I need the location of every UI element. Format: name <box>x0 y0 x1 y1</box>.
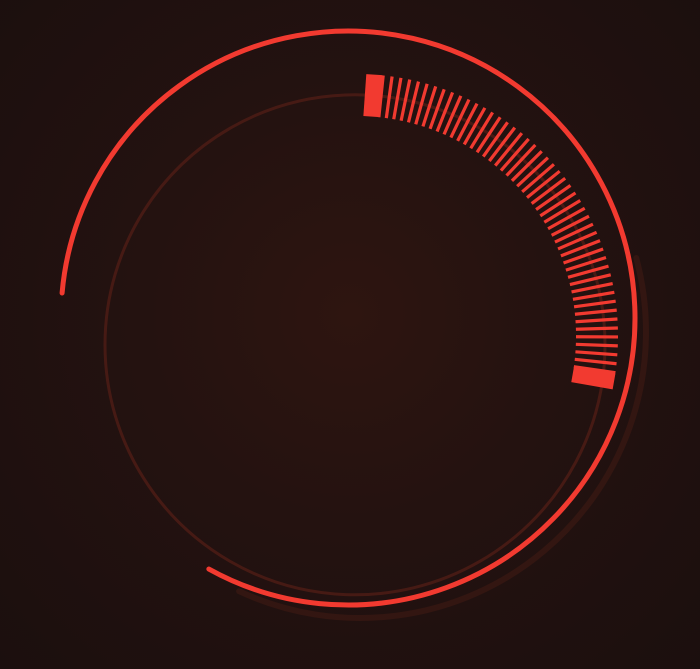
gauge-segment <box>363 74 383 118</box>
outer-arc-icon <box>59 28 638 608</box>
gauge-segment <box>571 366 616 390</box>
inner-ring-icon <box>103 93 607 597</box>
gauge-segment <box>574 357 617 366</box>
gauge-segment <box>575 326 618 331</box>
gauge-segment <box>572 290 615 301</box>
gauge-segment <box>574 308 617 316</box>
segment-gauge-icon <box>363 74 619 390</box>
gauge-segment <box>573 299 616 309</box>
gauge-segment <box>557 230 598 251</box>
radial-hud <box>59 28 649 621</box>
hud-canvas <box>0 0 700 669</box>
gauge-segment <box>449 98 471 139</box>
gauge-segment <box>575 342 618 348</box>
gauge-segment <box>442 95 463 136</box>
gauge-segment <box>575 350 618 357</box>
gauge-segment <box>456 102 479 142</box>
gauge-segment <box>571 281 614 294</box>
gauge-segment <box>575 317 618 324</box>
